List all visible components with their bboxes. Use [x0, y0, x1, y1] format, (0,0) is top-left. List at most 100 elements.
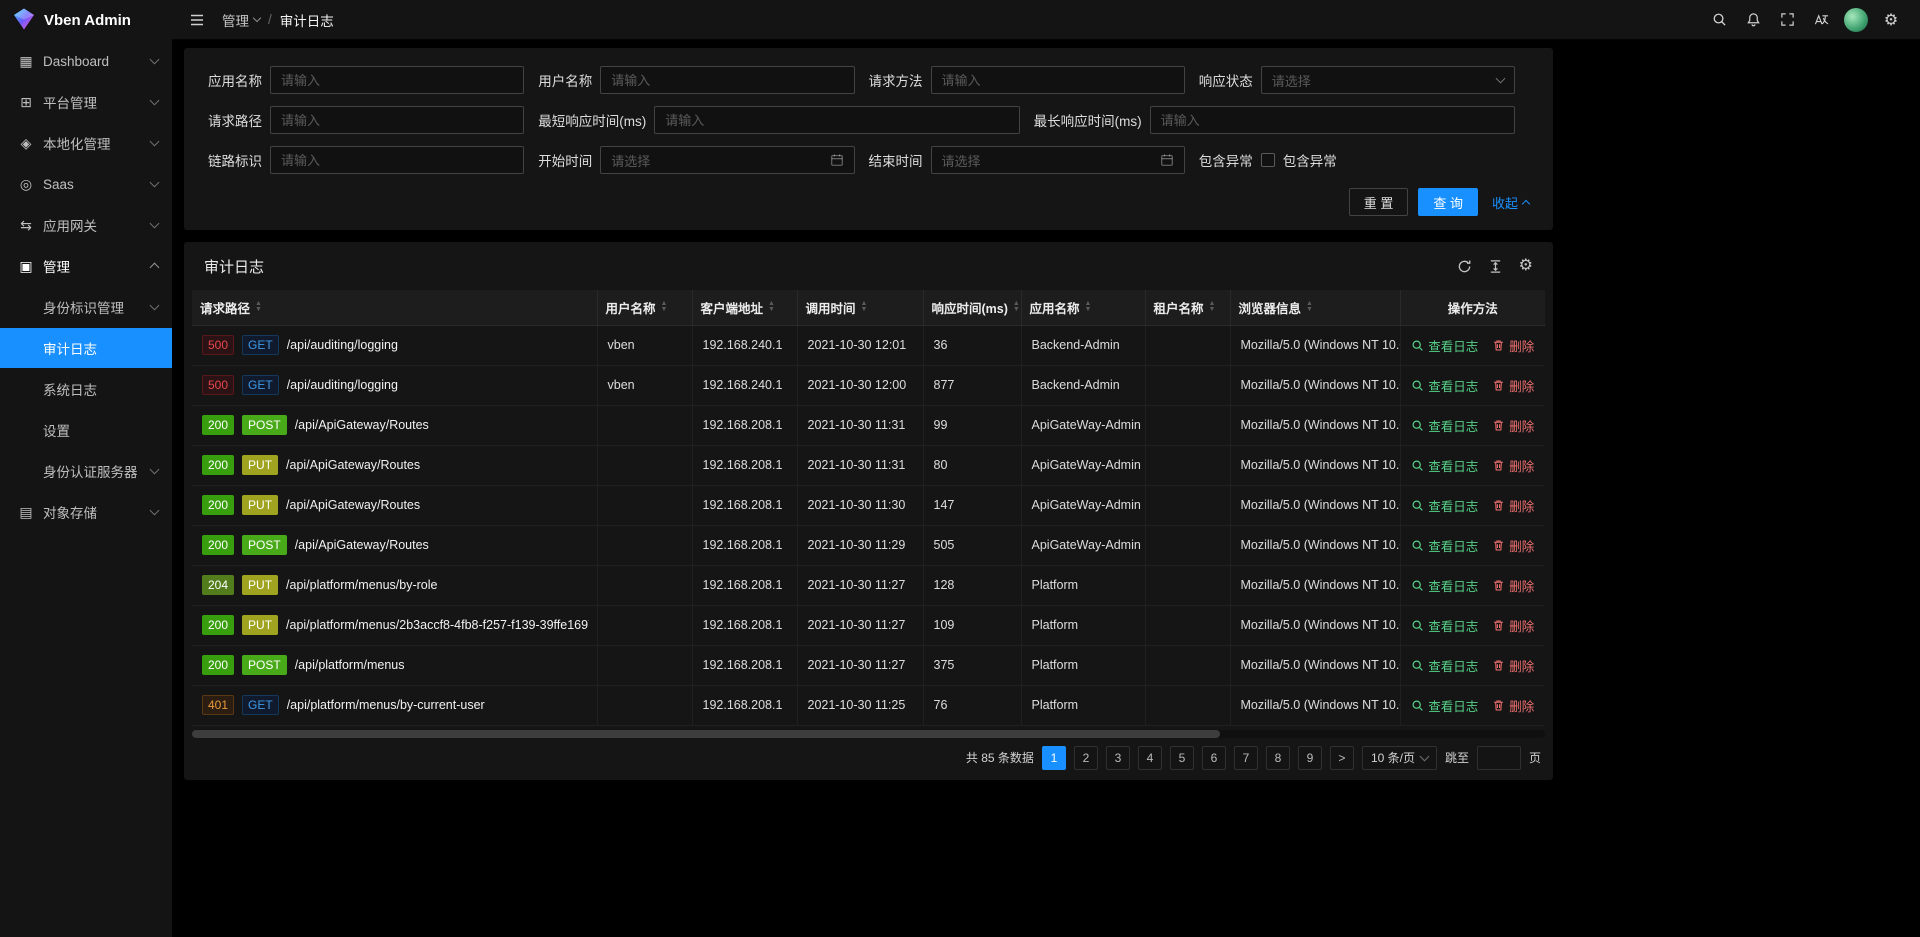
sidebar-item-manage[interactable]: ▣管理 — [0, 246, 172, 286]
caret-down-icon: ▼ — [255, 307, 262, 313]
collapse-button[interactable]: 收起 — [1492, 193, 1529, 212]
sidebar-item-gateway[interactable]: ⇆应用网关 — [0, 205, 172, 245]
view-log-button[interactable]: 查看日志 — [1411, 696, 1478, 715]
view-log-button[interactable]: 查看日志 — [1411, 496, 1478, 515]
sidebar-item-storage[interactable]: ▤对象存储 — [0, 492, 172, 532]
view-log-button[interactable]: 查看日志 — [1411, 336, 1478, 355]
table-row: 200PUT/api/ApiGateway/Routes192.168.208.… — [192, 445, 1545, 485]
cell-path: 200PUT/api/ApiGateway/Routes — [192, 485, 597, 525]
page-button-4[interactable]: 4 — [1138, 746, 1162, 770]
start_time-datepicker[interactable]: 请选择 — [600, 146, 854, 174]
column-header-client[interactable]: 客户端地址▲▼ — [692, 290, 797, 325]
row-height-icon[interactable] — [1488, 259, 1503, 274]
trace_id-input[interactable] — [270, 146, 524, 174]
delete-button[interactable]: 删除 — [1492, 376, 1534, 395]
checkbox-label: 包含异常 — [1283, 150, 1337, 170]
refresh-icon[interactable] — [1457, 259, 1472, 274]
search-icon[interactable] — [1704, 5, 1734, 35]
end_time-datepicker[interactable]: 请选择 — [931, 146, 1185, 174]
delete-button[interactable]: 删除 — [1492, 456, 1534, 475]
page-buttons: 123456789 — [1042, 746, 1322, 770]
sidebar-item-localization[interactable]: ◈本地化管理 — [0, 123, 172, 163]
fullscreen-icon[interactable] — [1772, 5, 1802, 35]
breadcrumb-item[interactable]: 管理 — [222, 10, 260, 30]
page-size-select[interactable]: 10 条/页 — [1362, 746, 1437, 770]
cell-app: Platform — [1021, 685, 1145, 725]
translate-icon[interactable] — [1806, 5, 1836, 35]
jump-page-input[interactable] — [1477, 746, 1521, 770]
avatar[interactable] — [1844, 8, 1868, 32]
delete-label: 删除 — [1509, 656, 1534, 675]
max_response-input[interactable] — [1150, 106, 1515, 134]
content: 应用名称用户名称请求方法响应状态请选择请求路径最短响应时间(ms)最长响应时间(… — [172, 40, 1920, 780]
reset-button[interactable]: 重 置 — [1349, 188, 1409, 216]
view-log-button[interactable]: 查看日志 — [1411, 656, 1478, 675]
sidebar-item-system-log[interactable]: 系统日志 — [0, 369, 172, 409]
column-header-duration[interactable]: 响应时间(ms)▲▼ — [923, 290, 1021, 325]
view-log-button[interactable]: 查看日志 — [1411, 376, 1478, 395]
column-label: 操作方法 — [1448, 298, 1498, 317]
sidebar-item-saas[interactable]: ◎Saas — [0, 164, 172, 204]
delete-button[interactable]: 删除 — [1492, 336, 1534, 355]
delete-button[interactable]: 删除 — [1492, 656, 1534, 675]
delete-button[interactable]: 删除 — [1492, 536, 1534, 555]
cell-time: 2021-10-30 11:27 — [797, 565, 923, 605]
field-label: 请求路径 — [208, 110, 262, 130]
request_path-input[interactable] — [270, 106, 524, 134]
view-log-button[interactable]: 查看日志 — [1411, 616, 1478, 635]
scrollbar-thumb[interactable] — [192, 730, 1220, 738]
page-button-5[interactable]: 5 — [1170, 746, 1194, 770]
sidebar-item-identity[interactable]: 身份标识管理 — [0, 287, 172, 327]
delete-button[interactable]: 删除 — [1492, 616, 1534, 635]
delete-button[interactable]: 删除 — [1492, 576, 1534, 595]
page-button-7[interactable]: 7 — [1234, 746, 1258, 770]
page-button-1[interactable]: 1 — [1042, 746, 1066, 770]
cell-browser: Mozilla/5.0 (Windows NT 10.0; Win — [1230, 405, 1400, 445]
delete-button[interactable]: 删除 — [1492, 696, 1534, 715]
view-log-button[interactable]: 查看日志 — [1411, 576, 1478, 595]
page-button-3[interactable]: 3 — [1106, 746, 1130, 770]
min_response-input[interactable] — [654, 106, 1019, 134]
cell-duration: 76 — [923, 685, 1021, 725]
user_name-input[interactable] — [600, 66, 854, 94]
settings-gear-icon[interactable]: ⚙ — [1876, 5, 1906, 35]
cell-client: 192.168.208.1 — [692, 485, 797, 525]
response_status-select[interactable]: 请选择 — [1261, 66, 1515, 94]
page-button-6[interactable]: 6 — [1202, 746, 1226, 770]
cell-actions: 查看日志删除 — [1400, 565, 1545, 605]
page-button-8[interactable]: 8 — [1266, 746, 1290, 770]
http_method-input[interactable] — [931, 66, 1185, 94]
sidebar-item-auth-server[interactable]: 身份认证服务器 — [0, 451, 172, 491]
view-log-button[interactable]: 查看日志 — [1411, 456, 1478, 475]
cell-duration: 80 — [923, 445, 1021, 485]
column-header-path[interactable]: 请求路径▲▼ — [192, 290, 597, 325]
delete-button[interactable]: 删除 — [1492, 496, 1534, 515]
sidebar-item-audit-log[interactable]: 审计日志 — [0, 328, 172, 368]
delete-button[interactable]: 删除 — [1492, 416, 1534, 435]
bell-icon[interactable] — [1738, 5, 1768, 35]
app_name-input[interactable] — [270, 66, 524, 94]
column-header-time[interactable]: 调用时间▲▼ — [797, 290, 923, 325]
column-header-user[interactable]: 用户名称▲▼ — [597, 290, 692, 325]
search-button[interactable]: 查 询 — [1418, 188, 1478, 216]
column-header-tenant[interactable]: 租户名称▲▼ — [1145, 290, 1230, 325]
column-header-app[interactable]: 应用名称▲▼ — [1021, 290, 1145, 325]
has_exception-checkbox[interactable] — [1261, 153, 1275, 167]
menu-fold-icon[interactable] — [182, 5, 212, 35]
horizontal-scrollbar[interactable] — [192, 730, 1545, 738]
logo[interactable]: Vben Admin — [0, 0, 172, 40]
column-header-browser[interactable]: 浏览器信息▲▼ — [1230, 290, 1400, 325]
sidebar-item-platform[interactable]: ⊞平台管理 — [0, 82, 172, 122]
sidebar-item-settings[interactable]: 设置 — [0, 410, 172, 450]
page-button-9[interactable]: 9 — [1298, 746, 1322, 770]
view-log-button[interactable]: 查看日志 — [1411, 416, 1478, 435]
page-button-2[interactable]: 2 — [1074, 746, 1098, 770]
cell-actions: 查看日志删除 — [1400, 685, 1545, 725]
sidebar-item-dashboard[interactable]: ▦Dashboard — [0, 41, 172, 81]
next-page-button[interactable]: > — [1330, 746, 1354, 770]
sidebar-item-label: 对象存储 — [43, 502, 97, 522]
status-badge: 401 — [202, 695, 234, 715]
column-settings-icon[interactable]: ⚙ — [1519, 258, 1533, 274]
view-log-button[interactable]: 查看日志 — [1411, 536, 1478, 555]
method-badge: POST — [242, 655, 287, 675]
